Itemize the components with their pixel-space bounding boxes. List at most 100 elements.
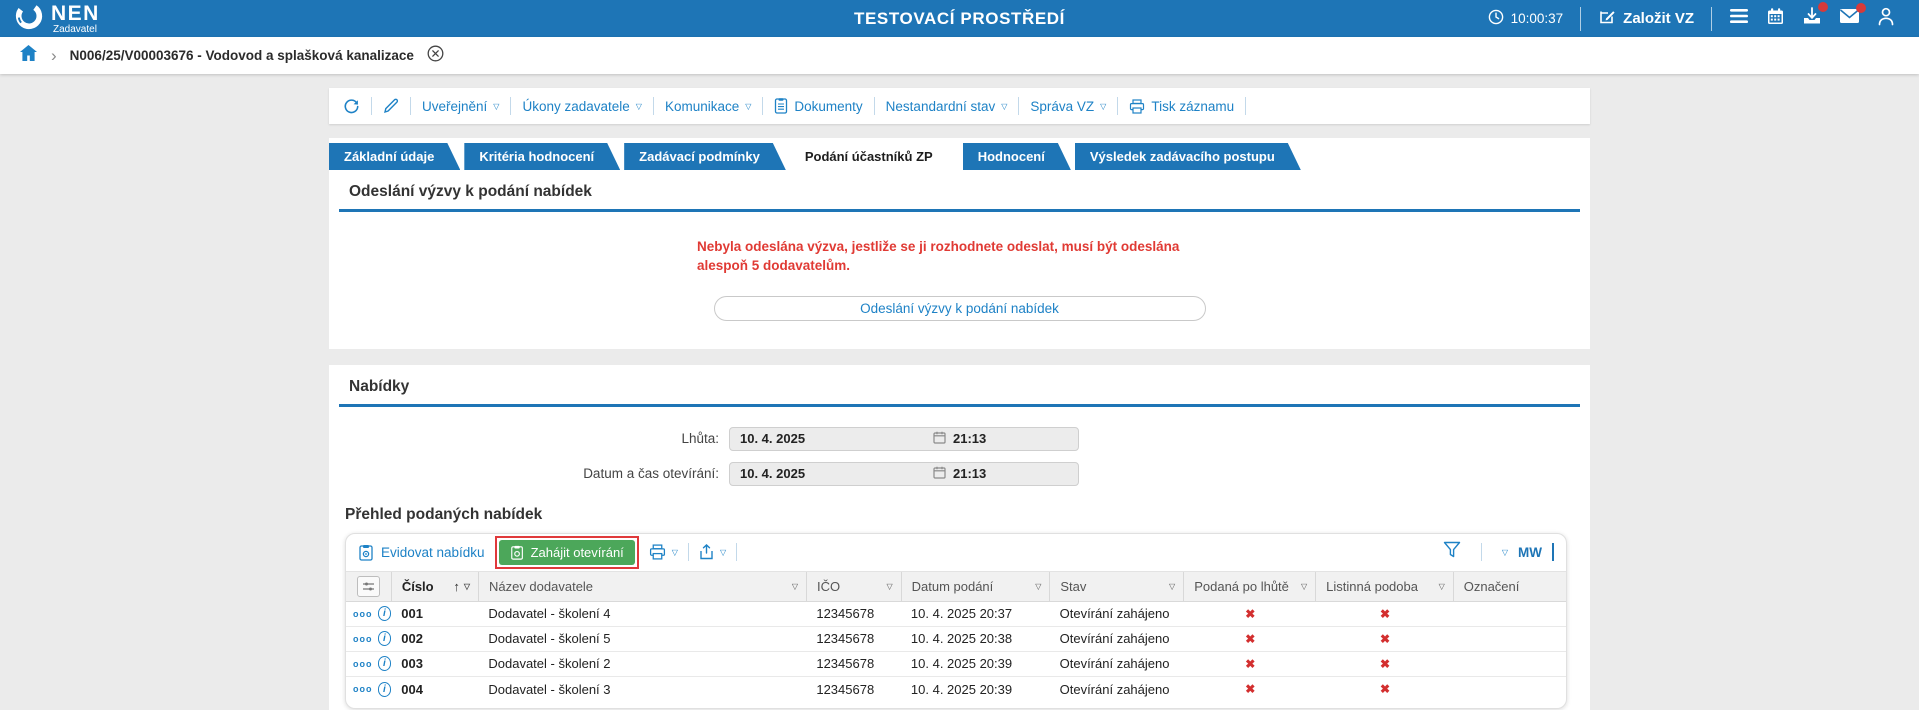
menu-sprava-vz[interactable]: Správa VZ ▽ xyxy=(1030,99,1106,114)
cross-icon: ✖ xyxy=(1245,631,1256,646)
cell-datum: 10. 4. 2025 20:39 xyxy=(910,681,1013,697)
breadcrumb-item[interactable]: N006/25/V00003676 - Vodovod a splašková … xyxy=(70,48,414,63)
cell-ico: 12345678 xyxy=(816,656,875,672)
mw-toggle[interactable]: MW xyxy=(1518,545,1542,560)
section-divider xyxy=(339,403,1580,407)
filter-arrow-icon[interactable]: ▽ xyxy=(886,582,892,591)
cell-stav: Otevírání zahájeno xyxy=(1059,631,1170,647)
filter-arrow-icon[interactable]: ▽ xyxy=(1035,582,1041,591)
filter-arrow-icon[interactable]: ▽ xyxy=(1301,582,1307,591)
row-menu-icon[interactable]: ooo xyxy=(353,659,373,669)
deadline-date-value[interactable]: 10. 4. 2025 xyxy=(740,431,933,446)
header-nazev-dodavatele[interactable]: Název dodavatele ▽ xyxy=(477,571,806,601)
cell-cislo: 004 xyxy=(401,681,423,697)
calendar-small-icon[interactable] xyxy=(933,466,946,482)
row-menu-icon[interactable]: ooo xyxy=(353,609,373,619)
opening-time-value[interactable]: 21:13 xyxy=(953,466,986,481)
create-vz-button[interactable]: Založit VZ xyxy=(1598,8,1694,30)
info-icon[interactable]: i xyxy=(377,681,392,697)
cell-datum: 10. 4. 2025 20:38 xyxy=(910,631,1013,647)
tab-kriteria-hodnoceni[interactable]: Kritéria hodnocení xyxy=(464,143,620,170)
cell-nazev: Dodavatel - školení 5 xyxy=(488,631,611,647)
divider xyxy=(1245,97,1247,115)
divider xyxy=(1117,97,1119,115)
printer-icon xyxy=(649,544,665,560)
divider xyxy=(1552,543,1554,562)
tab-hodnoceni[interactable]: Hodnocení xyxy=(963,143,1071,170)
deadline-field[interactable]: 10. 4. 2025 21:13 xyxy=(729,426,1079,451)
dropdown-arrow-icon[interactable]: ▽ xyxy=(1502,548,1508,557)
edit-button[interactable] xyxy=(383,98,399,114)
invite-block: Základní údaje Kritéria hodnocení Zadáva… xyxy=(329,138,1590,349)
home-icon[interactable] xyxy=(19,44,38,67)
cross-icon: ✖ xyxy=(1380,631,1391,646)
top-bar: NEN Zadavatel TESTOVACÍ PROSTŘEDÍ 10:00:… xyxy=(0,0,1919,37)
dropdown-arrow-icon: ▽ xyxy=(671,548,678,558)
register-offer-button[interactable]: Evidovat nabídku xyxy=(358,544,485,561)
clipboard-icon xyxy=(510,545,523,560)
export-menu-button[interactable]: ▽ xyxy=(699,544,726,560)
cell-ico: 12345678 xyxy=(816,606,875,622)
info-icon[interactable]: i xyxy=(377,656,392,672)
menu-komunikace[interactable]: Komunikace ▽ xyxy=(665,99,751,114)
deadline-time-value[interactable]: 21:13 xyxy=(953,431,986,446)
menu-dokumenty[interactable]: Dokumenty xyxy=(774,98,863,114)
menu-ukony-zadavatele[interactable]: Úkony zadavatele ▽ xyxy=(522,99,641,114)
sort-asc-icon[interactable]: ↑ xyxy=(453,579,460,594)
invite-section-title: Odeslání výzvy k podání nabídek xyxy=(349,183,592,200)
header-stav[interactable]: Stav ▽ xyxy=(1049,571,1183,601)
row-menu-icon[interactable]: ooo xyxy=(353,634,373,644)
divider xyxy=(1480,543,1482,562)
table-row[interactable]: ooo i 001 Dodavatel - školení 4 12345678… xyxy=(346,602,1566,627)
tab-zakladni-udaje[interactable]: Základní údaje xyxy=(329,143,460,170)
refresh-button[interactable] xyxy=(343,98,360,115)
info-icon[interactable]: i xyxy=(377,606,392,622)
info-icon[interactable]: i xyxy=(377,631,392,647)
opening-date-value[interactable]: 10. 4. 2025 xyxy=(740,466,933,481)
downloads-button[interactable] xyxy=(1802,1,1828,31)
tab-podani-ucastniku-zp[interactable]: Podání účastníků ZP xyxy=(790,143,959,170)
filter-arrow-icon[interactable]: ▽ xyxy=(464,582,470,591)
cell-cislo: 002 xyxy=(401,631,423,647)
print-menu-button[interactable]: ▽ xyxy=(649,544,678,560)
cell-nazev: Dodavatel - školení 2 xyxy=(488,656,611,672)
column-settings-button[interactable] xyxy=(346,572,391,601)
header-ico[interactable]: IČO ▽ xyxy=(805,571,901,601)
opening-field[interactable]: 10. 4. 2025 21:13 xyxy=(729,461,1079,486)
clock-icon xyxy=(1488,9,1504,28)
chevron-icon: › xyxy=(51,45,57,65)
header-datum-podani[interactable]: Datum podání ▽ xyxy=(900,571,1050,601)
filter-arrow-icon[interactable]: ▽ xyxy=(1439,582,1445,591)
tab-vysledek-zadavaciho-postupu[interactable]: Výsledek zadávacího postupu xyxy=(1075,143,1301,170)
header-podana-po-lhute[interactable]: Podaná po lhůtě ▽ xyxy=(1183,571,1315,601)
table-toolbar: Evidovat nabídku Zahájit otevírání ▽ ▽ ▽… xyxy=(346,534,1566,571)
menu-button[interactable] xyxy=(1729,8,1749,29)
header-listinna-podoba[interactable]: Listinná podoba ▽ xyxy=(1315,571,1453,601)
header-cislo[interactable]: Číslo ↑ ▽ xyxy=(390,571,478,601)
menu-nestandardni-stav[interactable]: Nestandardní stav ▽ xyxy=(886,99,1008,114)
menu-tisk-zaznamu[interactable]: Tisk záznamu xyxy=(1129,99,1234,114)
close-icon[interactable] xyxy=(427,45,444,67)
table-row[interactable]: ooo i 002 Dodavatel - školení 5 12345678… xyxy=(346,627,1566,652)
table-row[interactable]: ooo i 004 Dodavatel - školení 3 12345678… xyxy=(346,677,1566,702)
edit-square-icon xyxy=(1598,8,1616,30)
filter-arrow-icon[interactable]: ▽ xyxy=(1169,582,1175,591)
start-opening-button[interactable]: Zahájit otevírání xyxy=(498,539,635,565)
cell-nazev: Dodavatel - školení 4 xyxy=(488,606,611,622)
send-invite-button[interactable]: Odeslání výzvy k podání nabídek xyxy=(713,295,1206,321)
user-button[interactable] xyxy=(1877,7,1895,31)
calendar-button[interactable] xyxy=(1766,7,1785,31)
divider xyxy=(510,97,512,115)
row-menu-icon[interactable]: ooo xyxy=(353,684,373,694)
messages-button[interactable] xyxy=(1839,3,1866,29)
table-row[interactable]: ooo i 003 Dodavatel - školení 2 12345678… xyxy=(346,652,1566,677)
divider xyxy=(371,97,372,115)
breadcrumb: › N006/25/V00003676 - Vodovod a splaškov… xyxy=(0,37,1919,74)
divider xyxy=(873,97,875,115)
menu-uverejneni[interactable]: Uveřejnění ▽ xyxy=(422,99,499,114)
header-oznaceni[interactable]: Označení xyxy=(1452,571,1566,601)
filter-button[interactable] xyxy=(1443,541,1461,563)
calendar-small-icon[interactable] xyxy=(933,431,946,447)
tab-zadavaci-podminky[interactable]: Zadávací podmínky xyxy=(624,143,786,170)
filter-arrow-icon[interactable]: ▽ xyxy=(792,582,798,591)
